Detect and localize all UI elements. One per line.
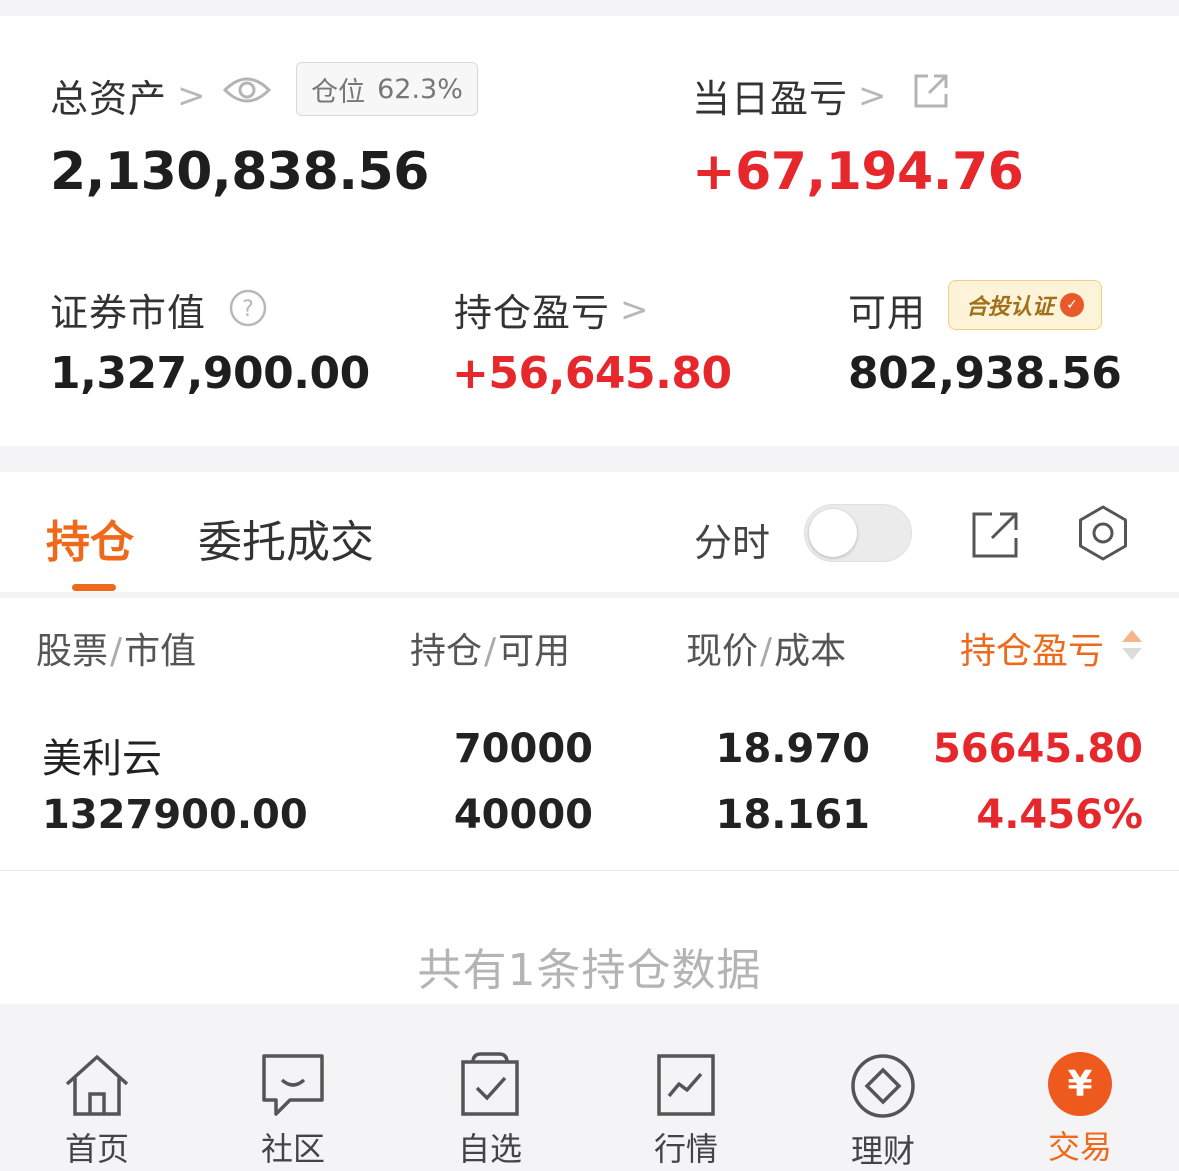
- total-assets-label: 总资产: [50, 77, 168, 121]
- stock-market-value: 1327900.00: [42, 792, 308, 838]
- nav-label-community: 社区: [260, 1130, 325, 1168]
- daily-pnl-header[interactable]: 当日盈亏 >: [692, 68, 887, 123]
- available-value: 802,938.56: [848, 348, 1122, 399]
- intraday-toggle[interactable]: [804, 504, 912, 562]
- stock-pnl-percent: 4.456%: [976, 792, 1143, 838]
- column-header-position: 持仓/可用: [410, 631, 571, 672]
- cert-badge-label: 合投认证: [965, 295, 1054, 320]
- position-label: 仓位: [311, 76, 366, 108]
- stock-cost: 18.161: [715, 792, 870, 838]
- market-value-value: 1,327,900.00: [50, 348, 370, 399]
- nav-label-home: 首页: [64, 1130, 129, 1168]
- intraday-toggle-label: 分时: [694, 521, 771, 565]
- holdings-count-note: 共有1条持仓数据: [417, 945, 762, 996]
- stock-name: 美利云: [42, 736, 162, 782]
- tab-divider: [0, 592, 1179, 598]
- nav-label-wealth: 理财: [850, 1132, 915, 1170]
- nav-item-watchlist[interactable]: 自选: [420, 1052, 560, 1170]
- holding-pnl-value: +56,645.80: [452, 348, 732, 399]
- market-value-header: 证券市值 ?: [50, 282, 268, 337]
- share-icon[interactable]: [912, 72, 950, 114]
- tab-orders[interactable]: 委托成交: [198, 506, 374, 570]
- toggle-knob: [809, 509, 857, 557]
- nav-item-trade[interactable]: ¥ 交易: [1010, 1052, 1150, 1168]
- column-header-stock: 股票/市值: [36, 631, 197, 672]
- eye-icon[interactable]: [222, 70, 272, 114]
- total-assets-value: 2,130,838.56: [50, 142, 429, 202]
- market-icon: [657, 1054, 715, 1116]
- active-tab-indicator: [72, 584, 116, 591]
- holdings-section: 持仓 委托成交 分时 股票/市值 持仓/可用 现价/成本 持仓盈亏 美利云 13…: [0, 472, 1179, 1004]
- nav-item-wealth[interactable]: 理财: [813, 1052, 953, 1171]
- nav-item-market[interactable]: 行情: [616, 1052, 756, 1170]
- market-value-label: 证券市值: [50, 291, 207, 335]
- holding-pnl-label: 持仓盈亏: [454, 291, 611, 335]
- nav-label-watchlist: 自选: [457, 1130, 522, 1168]
- nav-label-market: 行情: [653, 1130, 718, 1168]
- row-divider: [0, 870, 1179, 871]
- nav-label-trade: 交易: [1047, 1128, 1112, 1166]
- holding-pnl-header[interactable]: 持仓盈亏 >: [454, 282, 649, 337]
- export-icon[interactable]: [970, 510, 1020, 564]
- position-value: 62.3%: [377, 73, 463, 105]
- home-icon: [65, 1055, 129, 1116]
- column-header-pnl[interactable]: 持仓盈亏: [960, 622, 1104, 674]
- sort-icon[interactable]: [1120, 628, 1144, 666]
- trading-account-page: 总资产 > 仓位 62.3% 2,130,838.56 当日盈亏 > +67,1…: [0, 0, 1179, 1171]
- total-assets-header[interactable]: 总资产 >: [50, 68, 206, 123]
- gear-icon[interactable]: [1074, 504, 1132, 566]
- bottom-nav: 首页 社区 自选 行情 理财 ¥ 交易: [0, 1004, 1179, 1171]
- stock-position: 70000: [453, 726, 593, 772]
- help-icon[interactable]: ?: [228, 288, 268, 332]
- position-ratio-badge: 仓位 62.3%: [296, 62, 478, 116]
- stock-available: 40000: [453, 792, 593, 838]
- stock-price: 18.970: [715, 726, 870, 772]
- chevron-right-icon: >: [177, 75, 206, 116]
- daily-pnl-label: 当日盈亏: [692, 77, 849, 121]
- account-summary: 总资产 > 仓位 62.3% 2,130,838.56 当日盈亏 > +67,1…: [0, 16, 1179, 446]
- svg-text:?: ?: [242, 297, 254, 322]
- tab-holdings[interactable]: 持仓: [46, 506, 134, 570]
- shield-icon: ✓: [1060, 293, 1084, 317]
- available-label: 可用: [848, 291, 927, 335]
- watchlist-icon: [461, 1052, 519, 1116]
- wealth-icon: [851, 1054, 915, 1118]
- cert-badge[interactable]: 合投认证 ✓: [948, 280, 1102, 330]
- nav-item-home[interactable]: 首页: [27, 1052, 167, 1170]
- chevron-right-icon: >: [858, 75, 887, 116]
- stock-pnl: 56645.80: [932, 726, 1143, 772]
- column-header-price: 现价/成本: [686, 631, 847, 672]
- community-icon: [262, 1054, 324, 1116]
- chevron-right-icon: >: [620, 289, 649, 330]
- trade-icon: ¥: [1048, 1052, 1112, 1116]
- daily-pnl-value: +67,194.76: [692, 142, 1024, 202]
- nav-item-community[interactable]: 社区: [223, 1052, 363, 1170]
